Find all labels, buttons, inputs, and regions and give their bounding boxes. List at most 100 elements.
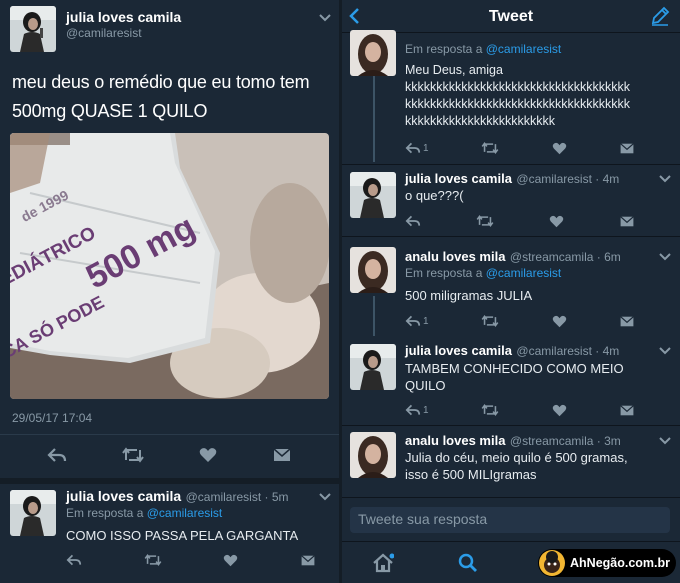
avatar-analu[interactable]: [350, 247, 396, 293]
reply-icon[interactable]: [405, 214, 421, 228]
reply-to-line: Em resposta a @camilaresist: [66, 506, 222, 520]
reply-count: 1: [423, 142, 429, 154]
right-thread-panel: Tweet Em resposta a @camilaresist Meu De…: [342, 0, 680, 583]
reply-composer: Tweete sua resposta: [342, 497, 680, 541]
message-icon[interactable]: [300, 554, 316, 567]
tweet-header: julia loves camila @camilaresist · 4m: [405, 170, 619, 188]
header-title: Tweet: [488, 8, 534, 25]
retweet-icon[interactable]: [476, 214, 494, 228]
message-icon[interactable]: [619, 215, 635, 228]
tweet-actions: 1: [405, 314, 635, 328]
like-icon[interactable]: [223, 554, 238, 567]
avatar-julia[interactable]: [350, 344, 396, 390]
reply-input[interactable]: Tweete sua resposta: [350, 507, 670, 533]
retweet-icon[interactable]: [122, 446, 144, 464]
tweet-photo[interactable]: de 1999 500 mg PEDIÁTRICO CA SÓ PODE: [10, 133, 329, 399]
retweet-icon[interactable]: [481, 314, 499, 328]
main-tweet-timestamp: 29/05/17 17:04: [12, 411, 93, 425]
tweet-text: o que???(: [405, 188, 464, 203]
chevron-down-icon[interactable]: [318, 490, 332, 504]
message-icon[interactable]: [619, 404, 635, 417]
reply-tweet-name[interactable]: julia loves camila: [66, 488, 181, 504]
avatar-analu[interactable]: [350, 432, 396, 478]
reply-to-line: Em resposta a @camilaresist: [405, 42, 561, 56]
tweet-name[interactable]: analu loves mila: [405, 433, 505, 448]
divider: [342, 236, 680, 237]
like-icon[interactable]: [549, 215, 564, 228]
avatar-julia[interactable]: [10, 6, 56, 52]
reply-icon[interactable]: 1: [405, 141, 429, 155]
tweet-handle[interactable]: @streamcamila · 6m: [510, 250, 621, 264]
like-icon[interactable]: [552, 404, 567, 417]
reply-to-mention[interactable]: @camilaresist: [147, 506, 223, 520]
retweet-icon[interactable]: [481, 141, 499, 155]
like-icon[interactable]: [552, 315, 567, 328]
tweet-actions: [405, 214, 635, 228]
reply-tweet-text: COMO ISSO PASSA PELA GARGANTA: [66, 528, 299, 543]
main-tweet-handle[interactable]: @camilaresist: [66, 26, 142, 40]
tweet-text-line: kkkkkkkkkkkkkkkkkkkkkkkkkkkkkkkkkkkk: [405, 80, 630, 94]
reply-icon[interactable]: 1: [405, 314, 429, 328]
tweet-text: TAMBEM CONHECIDO COMO MEIO QUILO: [405, 360, 624, 394]
tweet-name[interactable]: analu loves mila: [405, 249, 505, 264]
tweet-handle[interactable]: @streamcamila · 3m: [510, 434, 621, 448]
tweet-handle[interactable]: @camilaresist · 4m: [516, 344, 619, 358]
avatar-analu[interactable]: [350, 30, 396, 76]
divider: [0, 434, 339, 435]
message-icon[interactable]: [619, 315, 635, 328]
reply-tweet-actions: [66, 553, 316, 567]
avatar-julia[interactable]: [350, 172, 396, 218]
tweet-text: Julia do céu, meio quilo é 500 gramas, i…: [405, 449, 628, 483]
reply-icon[interactable]: [47, 446, 67, 464]
tweet-handle[interactable]: @camilaresist · 4m: [516, 172, 619, 186]
reply-to-mention[interactable]: @camilaresist: [486, 266, 562, 280]
tweet-actions: 1: [405, 403, 635, 417]
section-gap: [0, 478, 339, 484]
tweet-text-line: Julia do céu, meio quilo é 500 gramas,: [405, 450, 628, 465]
reply-to-mention[interactable]: @camilaresist: [486, 42, 562, 56]
tweet-text-line: kkkkkkkkkkkkkkkkkkkkkkkk: [405, 114, 555, 128]
tweet-name[interactable]: julia loves camila: [405, 343, 512, 358]
avatar-julia-reply[interactable]: [10, 490, 56, 536]
reply-tweet-handle[interactable]: @camilaresist · 5m: [186, 490, 289, 504]
main-tweet-text-line2: 500mg QUASE 1 QUILO: [12, 101, 208, 121]
chevron-down-icon[interactable]: [658, 172, 672, 186]
tweet-header: analu loves mila @streamcamila · 6m: [405, 248, 621, 266]
like-icon[interactable]: [199, 447, 217, 463]
tweet-text: Meu Deus, amiga kkkkkkkkkkkkkkkkkkkkkkkk…: [405, 62, 630, 130]
main-tweet-actions: [0, 446, 339, 464]
tweet-text-line: kkkkkkkkkkkkkkkkkkkkkkkkkkkkkkkkkkkk: [405, 97, 630, 111]
left-tweet-panel: julia loves camila @camilaresist meu deu…: [0, 0, 339, 583]
tweet-text-line: QUILO: [405, 378, 446, 393]
tweet-actions: 1: [405, 141, 635, 155]
watermark-text: AhNegão.com.br: [570, 556, 671, 570]
retweet-icon[interactable]: [144, 553, 162, 567]
avatar-julia-image: [10, 6, 56, 52]
thread-connector: [373, 296, 375, 336]
reply-icon[interactable]: 1: [405, 403, 429, 417]
search-icon[interactable]: [458, 553, 478, 578]
main-tweet-name[interactable]: julia loves camila: [66, 9, 181, 25]
home-icon[interactable]: [372, 553, 395, 578]
reply-to-prefix: Em resposta a: [405, 42, 483, 56]
chevron-down-icon[interactable]: [658, 344, 672, 358]
message-icon[interactable]: [272, 447, 292, 463]
reply-icon[interactable]: [66, 553, 82, 567]
compose-tweet-icon[interactable]: [650, 6, 670, 31]
reply-count: 1: [423, 404, 429, 416]
divider: [342, 164, 680, 165]
retweet-icon[interactable]: [481, 403, 499, 417]
watermark-logo-icon: [538, 549, 566, 577]
reply-to-prefix: Em resposta a: [405, 266, 483, 280]
tweet-name[interactable]: julia loves camila: [405, 171, 512, 186]
tweet-header: analu loves mila @streamcamila · 3m: [405, 432, 621, 450]
message-icon[interactable]: [619, 142, 635, 155]
chevron-down-icon[interactable]: [658, 434, 672, 448]
chevron-down-icon[interactable]: [658, 250, 672, 264]
reply-count: 1: [423, 315, 429, 327]
tweet-header: julia loves camila @camilaresist · 4m: [405, 342, 619, 360]
like-icon[interactable]: [552, 142, 567, 155]
thread-connector: [373, 72, 375, 162]
chevron-down-icon[interactable]: [318, 11, 332, 25]
divider: [342, 336, 680, 337]
